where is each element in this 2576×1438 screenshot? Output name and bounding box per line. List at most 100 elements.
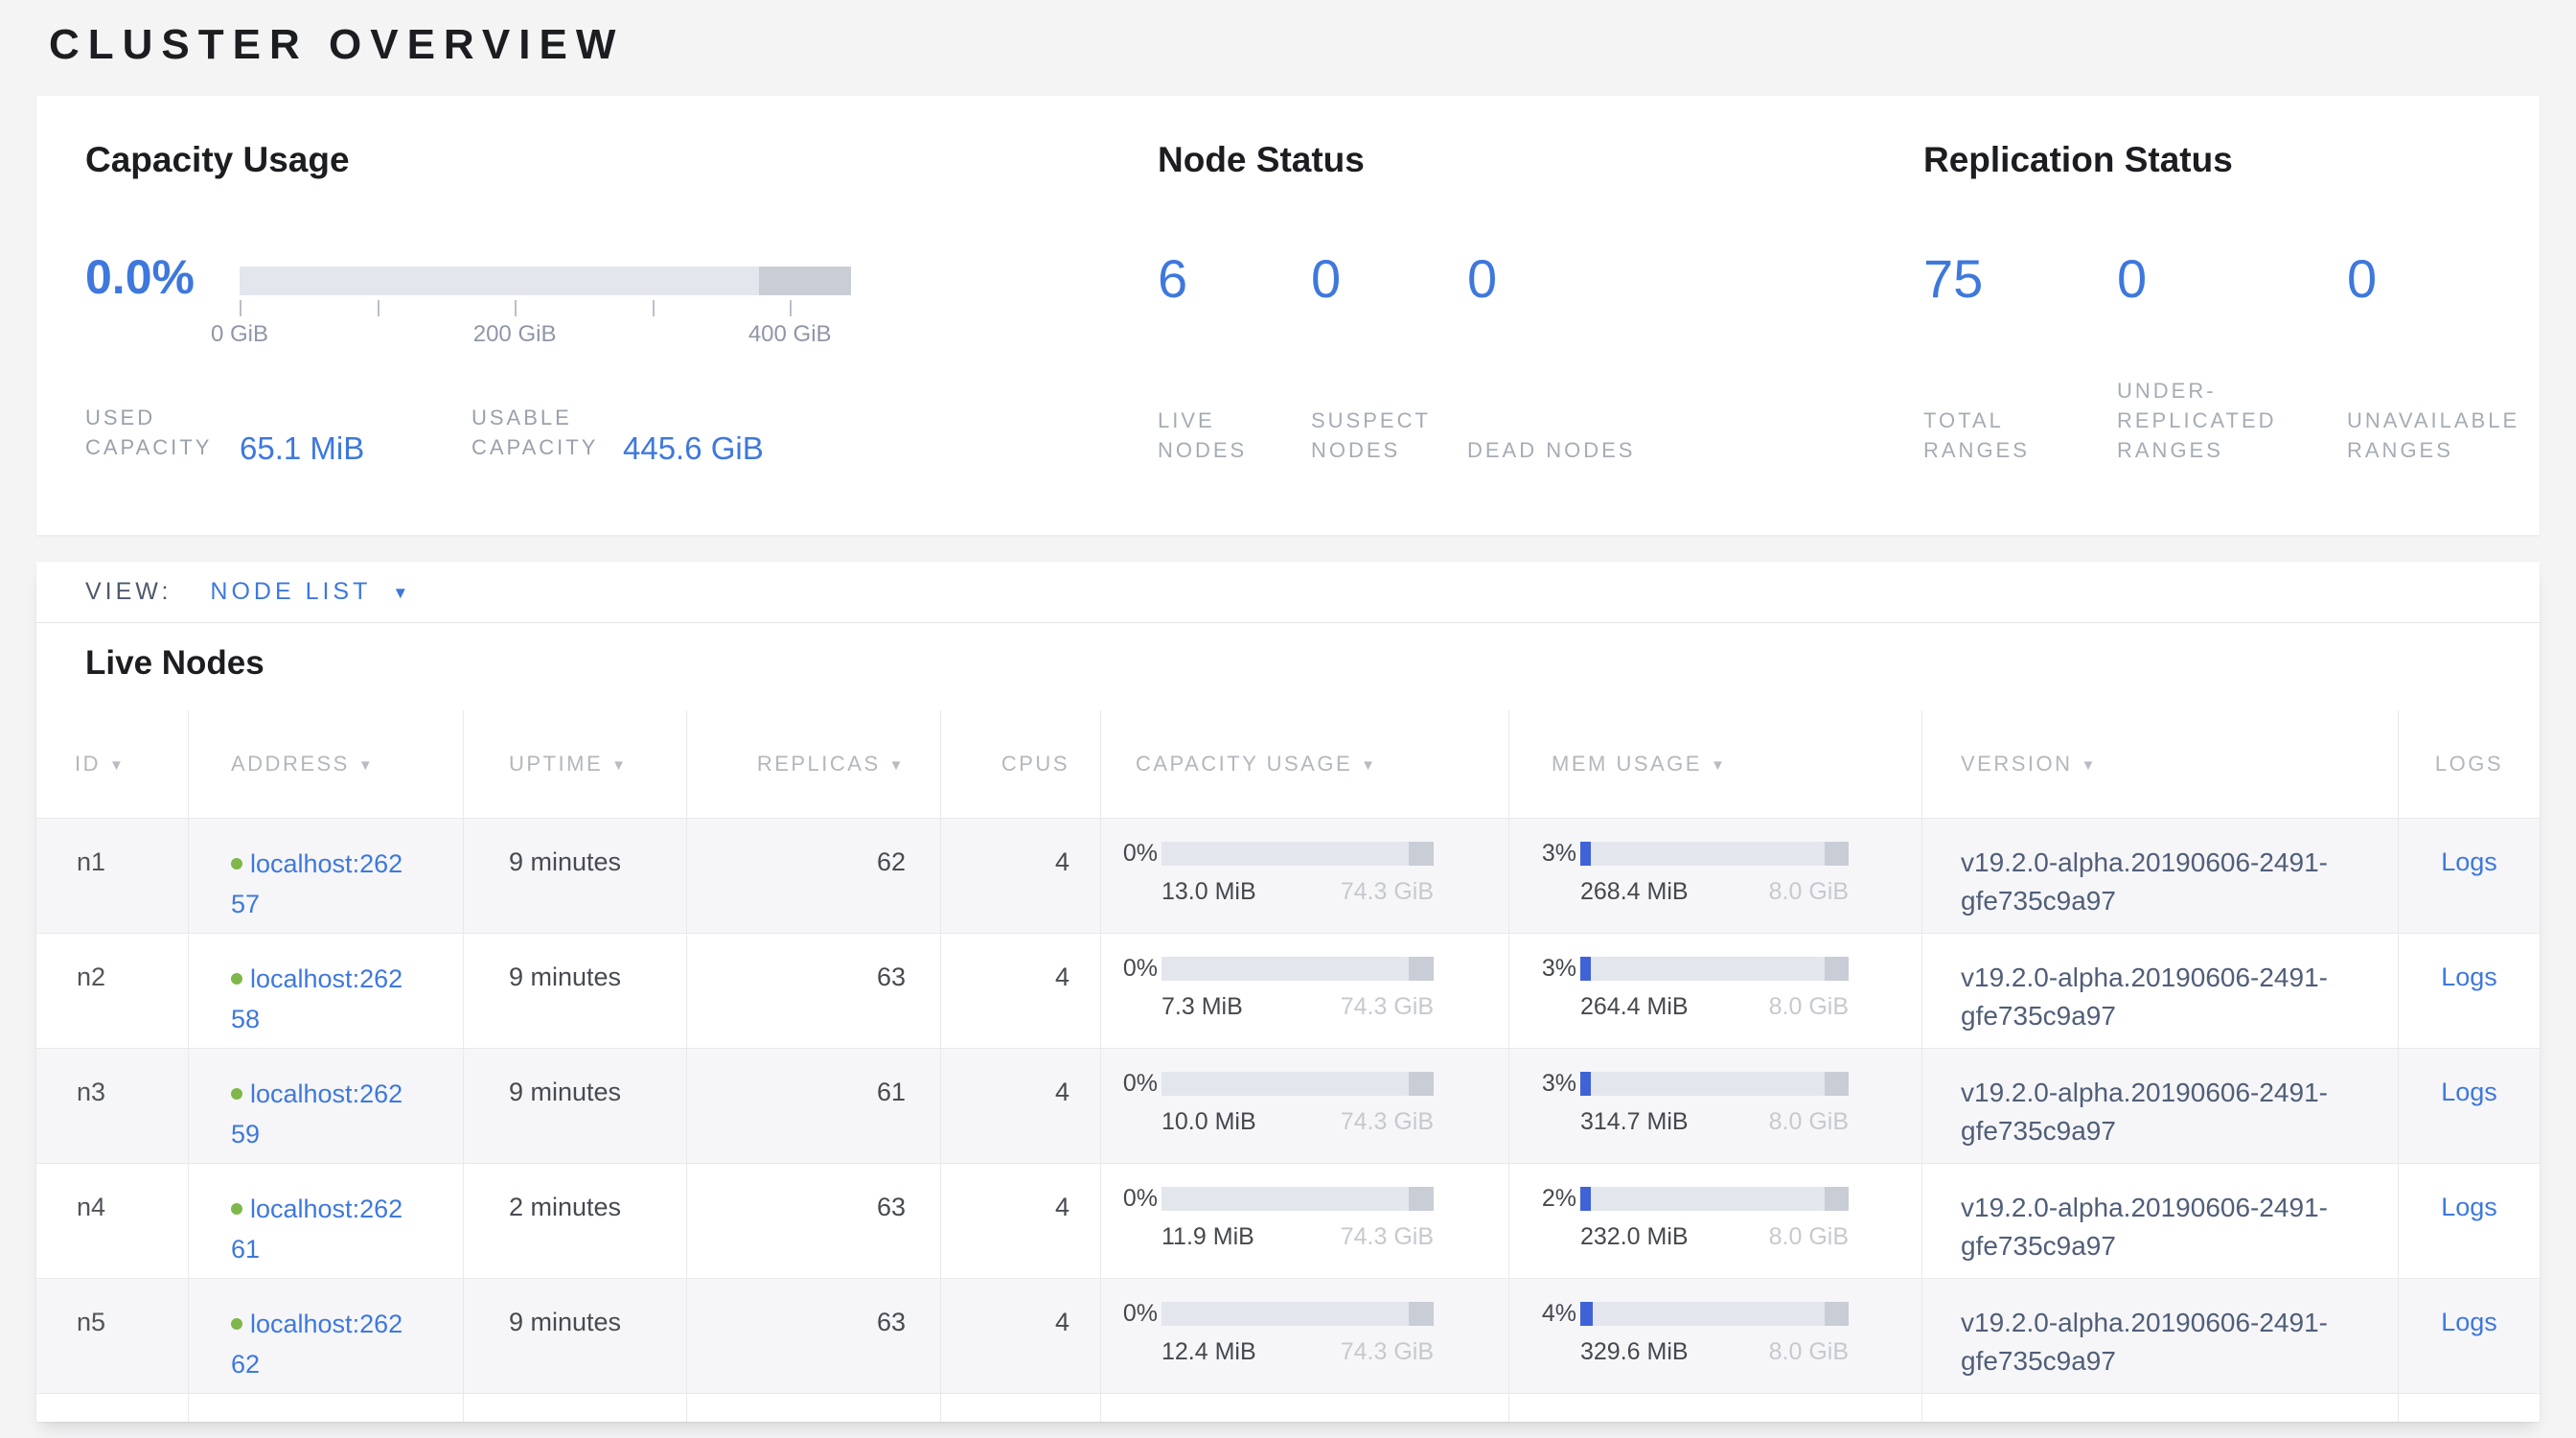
capacity-percent-label: 0% <box>1116 1300 1158 1328</box>
capacity-usage-bar: 0 GiB 200 GiB 400 GiB <box>240 267 851 350</box>
column-header-replicas[interactable]: REPLICAS ▼ <box>687 710 941 818</box>
used-capacity-value: 65.1 MiB <box>240 429 364 468</box>
view-label: VIEW: <box>85 578 172 606</box>
node-logs-cell: Logs <box>2399 1164 2540 1278</box>
capacity-usage-percent: 0.0% <box>85 249 195 305</box>
node-status-heading: Node Status <box>1158 140 1365 180</box>
replication-status-heading: Replication Status <box>1923 140 2233 180</box>
logs-link[interactable]: Logs <box>2441 1308 2497 1336</box>
logs-link[interactable]: Logs <box>2441 1193 2497 1221</box>
column-header-address[interactable]: ADDRESS ▼ <box>189 710 464 818</box>
capacity-total-value: 74.3 GiB <box>1341 1338 1434 1366</box>
node-address-link[interactable]: localhost:26261 <box>231 1194 402 1264</box>
mem-usage-mini-bar <box>1580 1187 1849 1211</box>
capacity-used-value: 7.3 MiB <box>1162 993 1243 1021</box>
node-cpus-cell: 4 <box>941 1164 1101 1278</box>
node-uptime-cell: 9 minutes <box>464 1049 687 1163</box>
logs-link[interactable]: Logs <box>2441 1078 2497 1106</box>
sort-arrow-icon[interactable]: ▼ <box>109 757 126 774</box>
node-address-link[interactable]: localhost:26257 <box>231 849 402 918</box>
capacity-usage-cell: 0% 12.4 MiB 74.3 GiB <box>1101 1279 1509 1393</box>
column-header-mem-usage[interactable]: MEM USAGE ▼ <box>1509 710 1922 818</box>
mem-used-value: 314.7 MiB <box>1580 1108 1689 1136</box>
suspect-nodes-value: 0 <box>1311 247 1467 311</box>
mem-total-value: 8.0 GiB <box>1769 1108 1849 1136</box>
sort-arrow-icon[interactable]: ▼ <box>1711 757 1727 774</box>
node-version-cell: v19.2.0-alpha.20190606-2491-gfe735c9a97 <box>1922 819 2399 933</box>
node-replicas-cell: 61 <box>687 1049 941 1163</box>
table-row: n2 localhost:26258 9 minutes 63 4 0% 7.3… <box>36 933 2540 1048</box>
capacity-total-value: 74.3 GiB <box>1341 878 1434 906</box>
capacity-usage-heading: Capacity Usage <box>85 140 350 180</box>
mem-usage-cell: 2% 232.0 MiB 8.0 GiB <box>1509 1164 1922 1278</box>
table-row: n1 localhost:26257 9 minutes 62 4 0% 13.… <box>36 818 2540 933</box>
column-header-version[interactable]: VERSION ▼ <box>1922 710 2399 818</box>
capacity-percent-label: 0% <box>1116 840 1158 868</box>
node-address-cell: localhost:26261 <box>189 1164 464 1278</box>
mem-total-value: 8.0 GiB <box>1769 1338 1849 1366</box>
dead-nodes-label: DEAD NODES <box>1467 435 1716 465</box>
table-header-row: ID ▼ ADDRESS ▼ UPTIME ▼ REPLICAS ▼ CPUS … <box>36 710 2540 818</box>
unavailable-ranges-stat: 0 UNAVAILABLE RANGES <box>2347 247 2576 465</box>
capacity-used-value: 12.4 MiB <box>1162 1338 1256 1366</box>
capacity-percent-label: 0% <box>1116 1070 1158 1098</box>
mem-total-value: 8.0 GiB <box>1769 878 1849 906</box>
mem-percent-label: 4% <box>1534 1300 1576 1328</box>
node-replicas-cell: 62 <box>687 819 941 933</box>
mem-usage-mini-bar <box>1580 1302 1849 1326</box>
node-id-cell: n2 <box>36 934 189 1048</box>
sort-arrow-icon[interactable]: ▼ <box>358 757 375 774</box>
usable-capacity-value: 445.6 GiB <box>623 429 764 468</box>
logs-link[interactable]: Logs <box>2441 963 2497 991</box>
node-address-cell: localhost:26262 <box>189 1279 464 1393</box>
capacity-used-value: 10.0 MiB <box>1162 1108 1256 1136</box>
cluster-summary-card: Capacity Usage 0.0% 0 GiB 200 GiB 400 Gi… <box>36 96 2540 535</box>
logs-link[interactable]: Logs <box>2441 847 2497 876</box>
table-body: n1 localhost:26257 9 minutes 62 4 0% 13.… <box>36 818 2540 1393</box>
unavailable-ranges-value: 0 <box>2347 247 2576 311</box>
mem-used-value: 232.0 MiB <box>1580 1223 1689 1251</box>
view-dropdown[interactable]: NODE LIST ▼ <box>210 578 408 606</box>
live-status-icon <box>231 1203 242 1215</box>
total-ranges-stat: 75 TOTAL RANGES <box>1923 247 2117 465</box>
column-header-id[interactable]: ID ▼ <box>36 710 189 818</box>
node-id-cell: n1 <box>36 819 189 933</box>
mem-usage-cell: 3% 314.7 MiB 8.0 GiB <box>1509 1049 1922 1163</box>
axis-tick-icon <box>653 300 655 316</box>
node-address-link[interactable]: localhost:26259 <box>231 1079 402 1148</box>
node-address-cell: localhost:26259 <box>189 1049 464 1163</box>
mem-total-value: 8.0 GiB <box>1769 993 1849 1021</box>
view-dropdown-selected[interactable]: NODE LIST <box>210 578 371 606</box>
node-address-link[interactable]: localhost:26258 <box>231 964 402 1033</box>
usable-capacity-label: USABLE CAPACITY <box>472 403 639 462</box>
column-header-cpus: CPUS <box>941 710 1101 818</box>
mem-usage-mini-bar <box>1580 957 1849 981</box>
used-capacity-label: USED CAPACITY <box>85 403 253 462</box>
sort-arrow-icon[interactable]: ▼ <box>611 757 628 774</box>
under-replicated-ranges-label: UNDER-REPLICATED RANGES <box>2117 376 2347 465</box>
replication-status-stats: 75 TOTAL RANGES 0 UNDER-REPLICATED RANGE… <box>1923 247 2576 465</box>
capacity-percent-label: 0% <box>1116 1185 1158 1213</box>
node-logs-cell: Logs <box>2399 819 2540 933</box>
capacity-usage-mini-bar <box>1162 842 1434 866</box>
capacity-usage-mini-bar <box>1162 1187 1434 1211</box>
axis-tick-icon <box>378 300 380 316</box>
sort-arrow-icon[interactable]: ▼ <box>889 757 906 774</box>
mem-usage-mini-bar <box>1580 1072 1849 1096</box>
node-address-cell: localhost:26257 <box>189 819 464 933</box>
sort-arrow-icon[interactable]: ▼ <box>2082 757 2098 774</box>
node-status-stats: 6 LIVE NODES 0 SUSPECT NODES 0 DEAD NODE… <box>1158 247 1716 465</box>
column-header-capacity-usage[interactable]: CAPACITY USAGE ▼ <box>1101 710 1509 818</box>
total-ranges-value: 75 <box>1923 247 2117 311</box>
live-nodes-label: LIVE NODES <box>1158 406 1311 465</box>
live-nodes-heading: Live Nodes <box>85 644 264 683</box>
node-address-link[interactable]: localhost:26262 <box>231 1310 402 1379</box>
sort-arrow-icon[interactable]: ▼ <box>1361 757 1377 774</box>
capacity-usage-mini-bar <box>1162 1072 1434 1096</box>
capacity-usage-cell: 0% 10.0 MiB 74.3 GiB <box>1101 1049 1509 1163</box>
column-header-uptime[interactable]: UPTIME ▼ <box>464 710 687 818</box>
live-status-icon <box>231 973 242 985</box>
capacity-used-value: 13.0 MiB <box>1162 878 1256 906</box>
live-nodes-value: 6 <box>1158 247 1311 311</box>
chevron-down-icon[interactable]: ▼ <box>392 584 408 603</box>
